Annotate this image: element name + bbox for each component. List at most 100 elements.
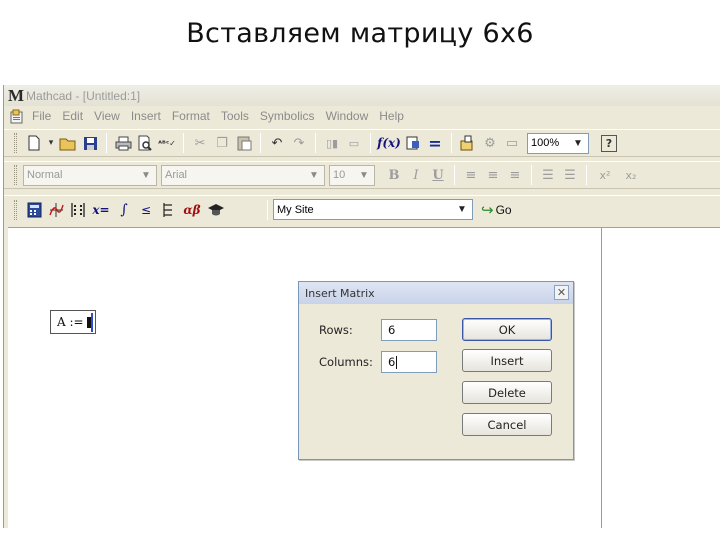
undo-icon[interactable]: ↶ — [266, 132, 288, 154]
calculus-toolbar-icon[interactable]: ∫ — [113, 199, 135, 221]
font-size-select[interactable]: 10 ▼ — [329, 164, 375, 186]
redo-icon[interactable]: ↷ — [288, 132, 310, 154]
graph-toolbar-icon[interactable] — [45, 199, 67, 221]
toolbar-separator — [370, 133, 371, 153]
menu-tools[interactable]: Tools — [221, 109, 249, 123]
chevron-down-icon[interactable]: ▼ — [454, 201, 470, 218]
math-toolbar: x= ∫ ≤ αβ My Site ▼ ↪ Go — [4, 195, 720, 223]
numbered-list-icon[interactable]: ☰ — [559, 164, 581, 186]
rows-input[interactable]: 6 — [381, 319, 437, 341]
toolbar-separator — [315, 133, 316, 153]
align-right-icon[interactable]: ≡ — [504, 164, 526, 186]
zoom-value: 100% — [531, 137, 560, 149]
matrix-toolbar-icon[interactable] — [67, 199, 89, 221]
align-center-icon[interactable]: ≡ — [482, 164, 504, 186]
toolbar-separator — [183, 133, 184, 153]
menu-file[interactable]: File — [32, 109, 51, 123]
style-select[interactable]: Normal ▼ — [23, 164, 157, 186]
toolbar-separator — [451, 133, 452, 153]
open-folder-icon[interactable] — [57, 132, 79, 154]
menu-symbolics[interactable]: Symbolics — [260, 109, 315, 123]
columns-value: 6 — [388, 355, 396, 369]
font-size-value: 10 — [333, 169, 346, 181]
window-titlebar[interactable]: M Mathcad - [Untitled:1] — [4, 85, 720, 106]
standard-toolbar: ▾ ᴬᴮᶜ✓ ✂ ❐ ↶ ↷ ▯▮ ▭ f(x) = ⚙ ▭ 100% ▼ ? — [4, 129, 720, 157]
text-caret — [396, 355, 398, 369]
insert-function-icon[interactable]: f(x) — [376, 132, 402, 154]
delete-button[interactable]: Delete — [462, 381, 552, 404]
toolbar-grip[interactable] — [14, 199, 17, 220]
insert-button[interactable]: Insert — [462, 349, 552, 372]
spell-check-icon[interactable]: ᴬᴮᶜ✓ — [156, 132, 178, 154]
new-dropdown-icon[interactable]: ▾ — [45, 132, 57, 154]
align-down-icon[interactable]: ▭ — [343, 132, 365, 154]
page-boundary-line — [601, 228, 602, 528]
calculator-icon[interactable] — [23, 199, 45, 221]
italic-button[interactable]: I — [405, 164, 427, 186]
math-region[interactable]: A := — [50, 310, 96, 334]
save-icon[interactable] — [79, 132, 101, 154]
print-icon[interactable] — [112, 132, 134, 154]
font-select[interactable]: Arial ▼ — [161, 164, 325, 186]
go-button[interactable]: ↪ Go — [481, 201, 512, 219]
window-icon[interactable]: ▭ — [501, 132, 523, 154]
help-icon[interactable]: ? — [601, 134, 617, 152]
menu-window[interactable]: Window — [326, 109, 369, 123]
copy-icon[interactable]: ❐ — [211, 132, 233, 154]
boolean-toolbar-icon[interactable]: ≤ — [135, 199, 157, 221]
toolbar-grip[interactable] — [14, 165, 17, 185]
formatting-toolbar: Normal ▼ Arial ▼ 10 ▼ B I U ≡ ≡ ≡ ☰ ☰ x²… — [4, 161, 720, 189]
programming-toolbar-icon[interactable] — [157, 199, 179, 221]
editing-cursor — [91, 313, 93, 332]
toolbar-separator — [454, 165, 455, 185]
math-expression: A := — [57, 315, 84, 329]
chevron-down-icon[interactable]: ▼ — [570, 135, 586, 152]
paste-icon[interactable] — [233, 132, 255, 154]
calculate-icon[interactable]: = — [424, 132, 446, 154]
chevron-down-icon[interactable]: ▼ — [138, 167, 154, 184]
subscript-button[interactable]: x₂ — [618, 164, 644, 186]
ok-button[interactable]: OK — [462, 318, 552, 341]
cancel-button[interactable]: Cancel — [462, 413, 552, 436]
resource-address-select[interactable]: My Site ▼ — [273, 199, 473, 220]
bullet-list-icon[interactable]: ☰ — [537, 164, 559, 186]
resources-icon[interactable]: ⚙ — [479, 132, 501, 154]
toolbar-separator — [106, 133, 107, 153]
toolbar-grip[interactable] — [14, 133, 17, 153]
menu-help[interactable]: Help — [379, 109, 404, 123]
chevron-down-icon[interactable]: ▼ — [306, 167, 322, 184]
toolbar-separator — [260, 133, 261, 153]
superscript-button[interactable]: x² — [592, 164, 618, 186]
dialog-titlebar[interactable]: Insert Matrix ✕ — [299, 282, 573, 304]
menu-format[interactable]: Format — [172, 109, 210, 123]
evaluation-toolbar-icon[interactable]: x= — [89, 199, 113, 221]
menu-view[interactable]: View — [94, 109, 120, 123]
go-arrow-icon: ↪ — [481, 201, 494, 219]
symbolic-toolbar-icon[interactable] — [205, 199, 227, 221]
bold-button[interactable]: B — [383, 164, 405, 186]
chevron-down-icon[interactable]: ▼ — [356, 167, 372, 184]
greek-toolbar-icon[interactable]: αβ — [179, 199, 205, 221]
columns-input[interactable]: 6 — [381, 351, 437, 373]
print-preview-icon[interactable] — [134, 132, 156, 154]
underline-button[interactable]: U — [427, 164, 449, 186]
cut-icon[interactable]: ✂ — [189, 132, 211, 154]
new-document-icon[interactable] — [23, 132, 45, 154]
font-value: Arial — [165, 169, 188, 181]
toolbar-separator — [531, 165, 532, 185]
align-left-icon[interactable]: ≡ — [460, 164, 482, 186]
align-across-icon[interactable]: ▯▮ — [321, 132, 343, 154]
menu-insert[interactable]: Insert — [131, 109, 161, 123]
mathcad-logo-icon: M — [8, 86, 25, 105]
dialog-title: Insert Matrix — [305, 286, 375, 300]
insert-matrix-dialog: Insert Matrix ✕ Rows: 6 Columns: 6 OK In… — [298, 281, 574, 460]
toolbar-separator — [586, 165, 587, 185]
document-icon[interactable] — [10, 109, 24, 124]
close-icon[interactable]: ✕ — [554, 285, 569, 300]
zoom-select[interactable]: 100% ▼ — [527, 132, 589, 154]
window-title: Mathcad - [Untitled:1] — [26, 88, 141, 103]
columns-label: Columns: — [319, 355, 373, 369]
insert-unit-icon[interactable] — [402, 132, 424, 154]
insert-component-icon[interactable] — [457, 132, 479, 154]
menu-edit[interactable]: Edit — [62, 109, 83, 123]
